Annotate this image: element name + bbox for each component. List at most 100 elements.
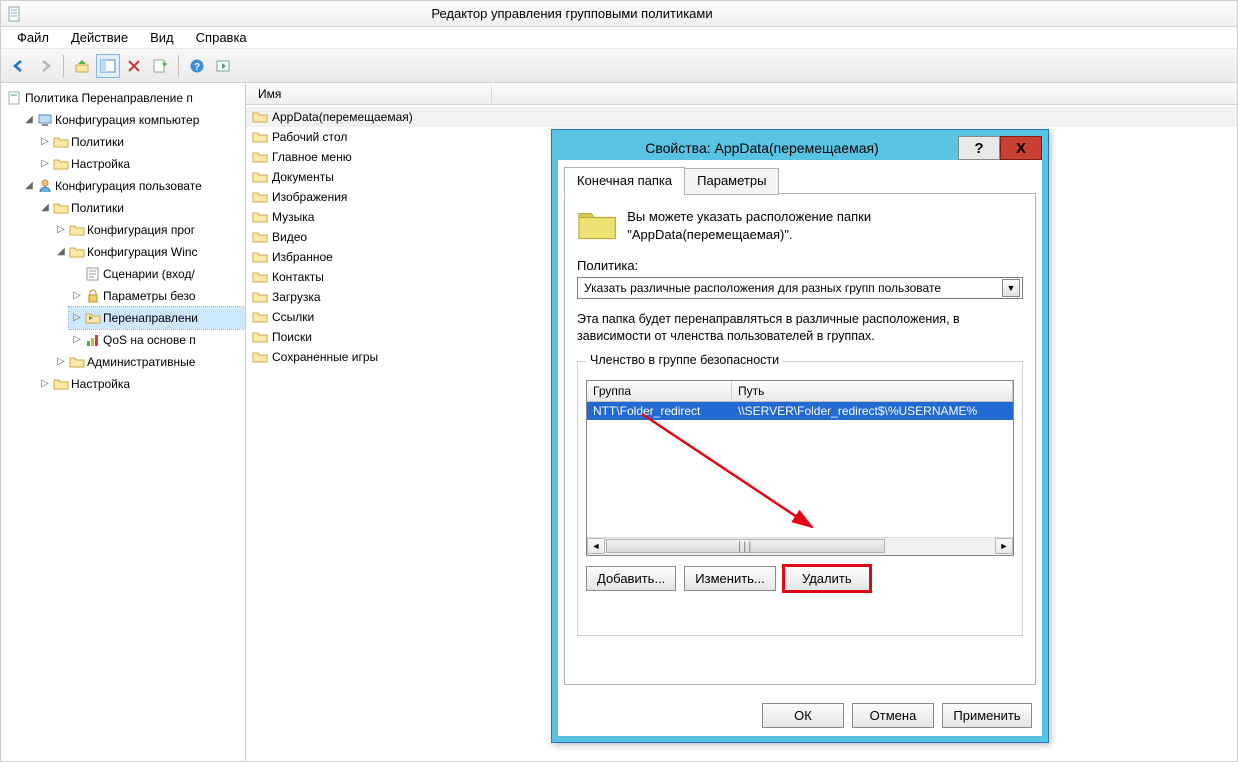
tree-label: Конфигурация пользовате [55,176,202,196]
scroll-right-icon[interactable]: ► [995,538,1013,554]
tree-root[interactable]: Политика Перенаправление п [5,87,245,109]
expand-icon[interactable]: ▷ [71,308,83,328]
tabs: Конечная папка Параметры Вы можете указа… [564,166,1036,685]
tree-item[interactable]: ▷Административные [53,351,245,373]
membership-grid[interactable]: Группа Путь NTT\Folder_redirect \\SERVER… [586,380,1014,556]
collapse-icon[interactable]: ◢ [39,198,51,218]
tree-label: Политики [71,132,124,152]
tree-label: Сценарии (вход/ [103,264,195,284]
collapse-icon[interactable]: ◢ [23,110,35,130]
menu-file[interactable]: Файл [7,28,59,47]
dialog-button-row: ОК Отмена Применить [762,703,1032,728]
tree-item[interactable]: ◢ Политики [37,197,245,219]
tree-item[interactable]: Сценарии (вход/ [69,263,245,285]
horizontal-scrollbar[interactable]: ◄ ||| ► [587,537,1013,555]
tree-item[interactable]: ▷Параметры безо [69,285,245,307]
security-group-box: Членство в группе безопасности Группа Пу… [577,361,1023,636]
expand-icon[interactable]: ▷ [55,352,67,372]
collapse-icon[interactable]: ◢ [55,242,67,262]
item-label: Рабочий стол [272,130,347,144]
properties-dialog: Свойства: AppData(перемещаемая) ? X Коне… [551,129,1049,743]
folder-icon [252,249,268,265]
item-label: AppData(перемещаемая) [272,110,413,124]
item-label: Музыка [272,210,314,224]
tree-label: Политики [71,198,124,218]
dialog-titlebar[interactable]: Свойства: AppData(перемещаемая) ? X [552,130,1048,160]
filter-button[interactable] [211,54,235,78]
folder-icon [53,376,69,392]
tree-item[interactable]: ▷ Настройка [37,153,245,175]
delete-button[interactable] [122,54,146,78]
menu-action[interactable]: Действие [61,28,138,47]
tree-label: QoS на основе п [103,330,196,350]
expand-icon[interactable]: ▷ [71,330,83,350]
svg-text:?: ? [194,62,200,73]
tree-item-redirect[interactable]: ▷Перенаправлени [69,307,245,329]
apply-button[interactable]: Применить [942,703,1032,728]
list-header: Имя [246,83,1237,105]
menu-help[interactable]: Справка [186,28,257,47]
edit-button[interactable]: Изменить... [684,566,775,591]
tree-label: Настройка [71,154,130,174]
policy-icon [7,90,23,106]
folder-icon [252,209,268,225]
scroll-track[interactable]: ||| [605,539,995,553]
blank-icon [71,264,83,284]
expand-icon[interactable]: ▷ [39,132,51,152]
app-window: Редактор управления групповыми политикам… [0,0,1238,762]
expand-icon[interactable]: ▷ [55,220,67,240]
expand-icon[interactable]: ▷ [39,154,51,174]
policy-description: Эта папка будет перенаправляться в разли… [577,311,1023,345]
ok-button[interactable]: ОК [762,703,844,728]
expand-icon[interactable]: ▷ [39,374,51,394]
redirect-folder-icon [85,310,101,326]
up-button[interactable] [70,54,94,78]
tree-item[interactable]: ▷ QoS на основе п [69,329,245,351]
tab-target-folder[interactable]: Конечная папка [564,167,685,194]
groupbox-legend: Членство в группе безопасности [586,353,783,367]
item-label: Изображения [272,190,347,204]
tree-item[interactable]: ▷ Политики [37,131,245,153]
dialog-help-button[interactable]: ? [958,136,1000,160]
show-tree-button[interactable] [96,54,120,78]
combo-value: Указать различные расположения для разны… [584,281,1002,295]
scroll-thumb[interactable]: ||| [606,539,885,553]
delete-button[interactable]: Удалить [784,566,870,591]
cell-group: NTT\Folder_redirect [587,402,732,420]
export-button[interactable] [148,54,172,78]
scroll-left-icon[interactable]: ◄ [587,538,605,554]
folder-icon [252,149,268,165]
tree-computer-config[interactable]: ◢ Конфигурация компьютер [21,109,245,131]
column-group[interactable]: Группа [587,381,732,401]
user-icon [37,178,53,194]
tree-item[interactable]: ▷Настройка [37,373,245,395]
tree-user-config[interactable]: ◢ Конфигурация пользовате [21,175,245,197]
list-item-appdata[interactable]: AppData(перемещаемая) [246,107,1237,127]
tree-view[interactable]: Политика Перенаправление п ◢ Конфигураци… [1,83,246,761]
tree-label: Конфигурация Winс [87,242,198,262]
folder-icon [252,349,268,365]
tree-item[interactable]: ◢ Конфигурация Winс [53,241,245,263]
back-button[interactable] [7,54,31,78]
policy-combobox[interactable]: Указать различные расположения для разны… [577,277,1023,299]
dialog-close-button[interactable]: X [1000,136,1042,160]
tree-label: Конфигурация компьютер [55,110,199,130]
toolbar-separator [178,55,179,77]
column-path[interactable]: Путь [732,381,1013,401]
tab-parameters[interactable]: Параметры [684,168,779,195]
grid-row[interactable]: NTT\Folder_redirect \\SERVER\Folder_redi… [587,402,1013,420]
forward-button[interactable] [33,54,57,78]
collapse-icon[interactable]: ◢ [23,176,35,196]
chevron-down-icon[interactable]: ▼ [1002,279,1020,297]
cancel-button[interactable]: Отмена [852,703,934,728]
help-button[interactable]: ? [185,54,209,78]
expand-icon[interactable]: ▷ [71,286,83,306]
item-label: Ссылки [272,310,314,324]
menu-view[interactable]: Вид [140,28,184,47]
titlebar: Редактор управления групповыми политикам… [1,1,1237,27]
tree-item[interactable]: ▷Конфигурация прог [53,219,245,241]
column-name[interactable]: Имя [252,85,492,103]
item-label: Сохраненные игры [272,350,378,364]
folder-icon [252,289,268,305]
add-button[interactable]: Добавить... [586,566,676,591]
